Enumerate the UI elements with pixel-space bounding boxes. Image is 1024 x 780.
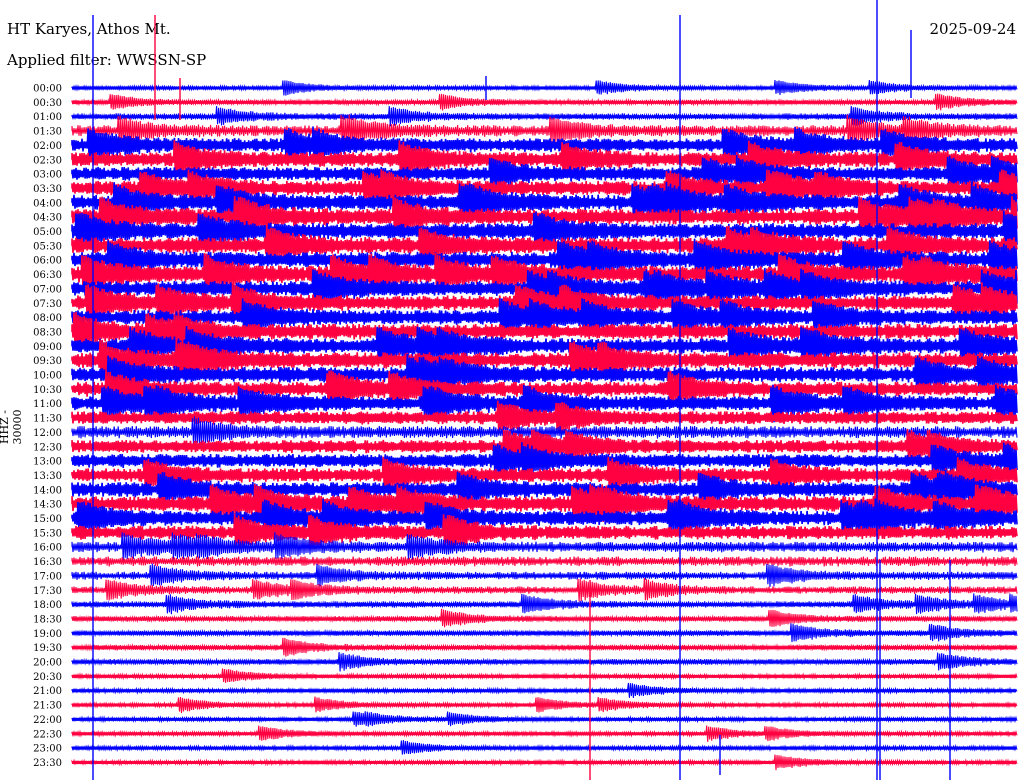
time-tick-label: 01:30 — [33, 127, 62, 138]
time-tick-label: 01:00 — [33, 112, 62, 123]
time-tick-label: 06:00 — [33, 256, 62, 267]
time-tick-label: 06:30 — [33, 270, 62, 281]
time-tick-label: 14:00 — [33, 485, 62, 496]
time-tick-label: 09:00 — [33, 342, 62, 353]
time-tick-label: 05:30 — [33, 241, 62, 252]
time-tick-label: 12:30 — [33, 442, 62, 453]
time-tick-label: 19:30 — [33, 643, 62, 654]
time-tick-label: 04:30 — [33, 213, 62, 224]
time-tick-label: 15:00 — [33, 514, 62, 525]
time-tick-label: 18:30 — [33, 614, 62, 625]
trace-layer — [71, 79, 1018, 771]
tick-label-layer: 00:00 00:30 01:00 01:30 02:00 02:30 03:00 03:30… — [33, 84, 62, 769]
time-tick-label: 00:30 — [33, 98, 62, 109]
time-tick-label: 13:30 — [33, 471, 62, 482]
time-tick-label: 23:00 — [33, 744, 62, 755]
time-tick-label: 03:30 — [33, 184, 62, 195]
time-tick-label: 17:30 — [33, 586, 62, 597]
time-tick-label: 13:00 — [33, 457, 62, 468]
time-tick-label: 11:30 — [33, 414, 62, 425]
time-tick-label: 17:00 — [33, 571, 62, 582]
time-tick-label: 03:00 — [33, 170, 62, 181]
time-tick-label: 21:00 — [33, 686, 62, 697]
helicorder-plot: 00:00 00:30 01:00 01:30 02:00 02:30 03:00 03:30… — [33, 0, 1018, 780]
time-tick-label: 23:30 — [33, 758, 62, 769]
time-tick-label: 11:00 — [33, 399, 62, 410]
time-tick-label: 02:30 — [33, 155, 62, 166]
time-tick-label: 15:30 — [33, 528, 62, 539]
time-tick-label: 04:00 — [33, 198, 62, 209]
time-tick-label: 08:00 — [33, 313, 62, 324]
time-tick-label: 16:00 — [33, 543, 62, 554]
time-tick-label: 09:30 — [33, 356, 62, 367]
time-tick-label: 22:30 — [33, 729, 62, 740]
time-tick-label: 19:00 — [33, 629, 62, 640]
time-tick-label: 05:00 — [33, 227, 62, 238]
time-tick-label: 22:00 — [33, 715, 62, 726]
time-tick-label: 20:00 — [33, 658, 62, 669]
time-tick-label: 20:30 — [33, 672, 62, 683]
time-tick-label: 08:30 — [33, 327, 62, 338]
time-tick-label: 07:30 — [33, 299, 62, 310]
time-tick-label: 16:30 — [33, 557, 62, 568]
time-tick-label: 02:00 — [33, 141, 62, 152]
time-tick-label: 10:00 — [33, 371, 62, 382]
time-tick-label: 14:30 — [33, 500, 62, 511]
time-tick-label: 07:00 — [33, 284, 62, 295]
time-tick-label: 21:30 — [33, 701, 62, 712]
time-tick-label: 12:00 — [33, 428, 62, 439]
time-tick-label: 18:00 — [33, 600, 62, 611]
time-tick-label: 10:30 — [33, 385, 62, 396]
time-tick-label: 00:00 — [33, 84, 62, 95]
